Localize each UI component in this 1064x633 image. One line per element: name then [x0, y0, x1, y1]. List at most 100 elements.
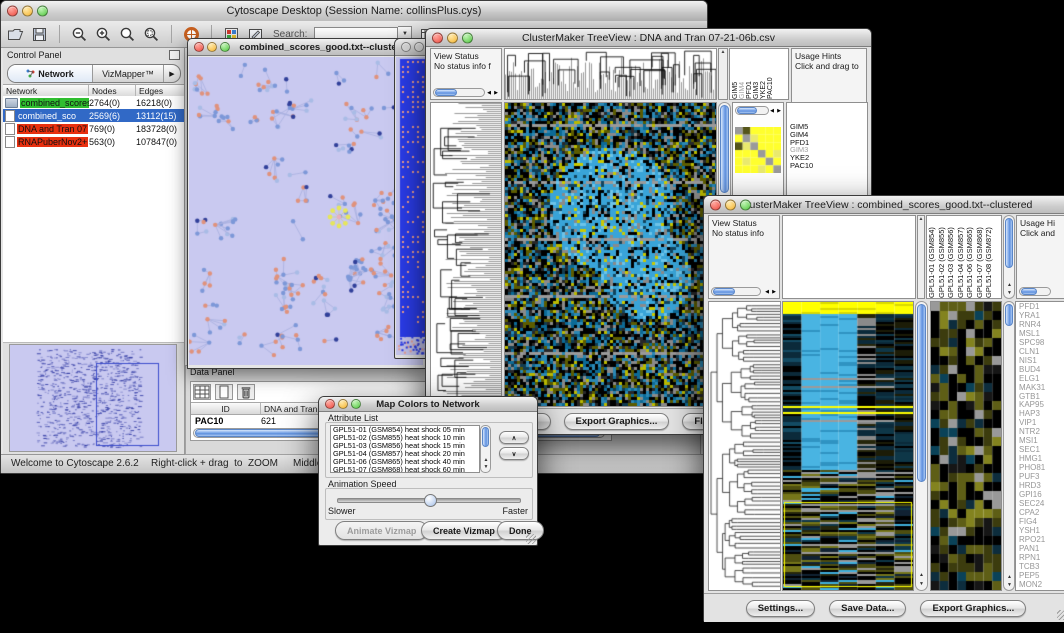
float-panel-icon[interactable] [169, 50, 180, 60]
gene-label[interactable]: YSH1 [1019, 527, 1064, 536]
tv1-column-dendrogram-pane[interactable] [504, 48, 717, 100]
minimize-button[interactable] [447, 32, 458, 43]
gene-label[interactable]: TCB3 [1019, 563, 1064, 572]
zoom-window-button[interactable] [220, 42, 230, 52]
tv2-vscroll[interactable]: ▲ ▼ [915, 301, 928, 591]
tv1-heatmap-pane[interactable] [504, 102, 717, 407]
gene-label[interactable]: PAN1 [1019, 545, 1064, 554]
save-session-icon[interactable] [31, 26, 48, 43]
tv1-status-hscroll[interactable] [433, 88, 485, 97]
gene-label[interactable]: HMG1 [1019, 455, 1064, 464]
gene-label[interactable]: PFD1 [1019, 303, 1064, 312]
tab-overflow-arrow[interactable]: ▶ [164, 65, 180, 82]
cluster-matrix-canvas[interactable] [735, 127, 781, 173]
gene-label[interactable]: PHO81 [1019, 464, 1064, 473]
gene-label[interactable]: SPC98 [1019, 339, 1064, 348]
scroll-thumb[interactable] [720, 105, 729, 193]
close-button[interactable] [710, 199, 721, 210]
new-page-icon[interactable] [215, 384, 233, 400]
zoom-out-icon[interactable] [71, 26, 88, 43]
move-up-button[interactable]: ∧ [499, 431, 529, 444]
scroll-up-arrow[interactable]: ▲ [1007, 575, 1012, 580]
scroll-thumb[interactable] [713, 288, 735, 295]
scroll-thumb[interactable] [482, 427, 489, 447]
scroll-thumb[interactable] [737, 107, 757, 114]
column-label[interactable]: PAC10 [767, 49, 774, 99]
close-button[interactable] [194, 42, 204, 52]
network-row[interactable]: combined_sco 2569(6) 13112(15) [3, 109, 184, 122]
move-down-button[interactable]: ∨ [499, 447, 529, 460]
zoom-window-button[interactable] [351, 399, 361, 409]
column-label[interactable]: GPL51-02 (GSM855) [938, 216, 948, 298]
up-arrow-icon[interactable]: ▲ [918, 216, 924, 222]
tv2-status-hscroll[interactable] [711, 287, 761, 296]
animate-vizmap-button[interactable]: Animate Vizmap [335, 521, 428, 540]
scroll-right-arrow[interactable]: ▶ [494, 90, 498, 96]
scroll-thumb[interactable] [435, 89, 457, 96]
tv2-column-dendrogram-pane[interactable] [782, 215, 916, 299]
gene-label[interactable]: ELG1 [1019, 375, 1064, 384]
gene-label[interactable]: PAC10 [790, 162, 867, 170]
gene-label[interactable]: GPI16 [1019, 491, 1064, 500]
open-session-icon[interactable] [7, 26, 24, 43]
zoom-fit-icon[interactable] [119, 26, 136, 43]
scroll-down-arrow[interactable]: ▼ [919, 582, 924, 587]
column-label[interactable]: GIM5 [732, 49, 739, 99]
scroll-left-arrow[interactable]: ◀ [770, 108, 774, 114]
gene-label[interactable]: HRD3 [1019, 482, 1064, 491]
close-button[interactable] [432, 32, 443, 43]
scroll-up-arrow[interactable]: ▲ [484, 458, 489, 463]
network-row[interactable]: RNAPuberNov2+ 563(0) 107847(0) [3, 135, 184, 148]
gene-label[interactable]: NTR2 [1019, 428, 1064, 437]
heatmap-canvas[interactable] [783, 302, 913, 590]
network-overview-canvas[interactable] [9, 344, 177, 452]
main-titlebar[interactable]: Cytoscape Desktop (Session Name: collins… [1, 1, 707, 22]
tv2-row-dendrogram-pane[interactable] [708, 301, 781, 591]
resize-grip[interactable] [1057, 610, 1064, 620]
gene-label[interactable]: NIS1 [1019, 357, 1064, 366]
column-label[interactable]: GPL51-04 (GSM857) [957, 216, 967, 298]
tab-vizmapper[interactable]: VizMapper™ [93, 65, 164, 82]
zoom-selected-icon[interactable] [143, 26, 160, 43]
treeview-button[interactable]: Export Graphics... [920, 600, 1026, 617]
minimize-button[interactable] [207, 42, 217, 52]
treeview-button[interactable]: Settings... [746, 600, 815, 617]
create-vizmap-button[interactable]: Create Vizmap [421, 521, 507, 540]
gene-label[interactable]: BUD4 [1019, 366, 1064, 375]
treeview-button[interactable]: Save Data... [829, 600, 906, 617]
zoom-in-icon[interactable] [95, 26, 112, 43]
gene-label[interactable]: HAP3 [1019, 410, 1064, 419]
attribute-item[interactable]: GPL51-07 (GSM868) heat shock 60 min [333, 466, 479, 473]
gene-label[interactable]: PUF3 [1019, 473, 1064, 482]
column-label[interactable]: GPL51-01 (GSM854) [928, 216, 938, 298]
gene-label[interactable]: CLN1 [1019, 348, 1064, 357]
gene-label[interactable]: FIG4 [1019, 518, 1064, 527]
network-graph-canvas[interactable] [189, 57, 423, 365]
minimize-button[interactable] [22, 6, 33, 17]
scroll-thumb[interactable] [1021, 288, 1037, 295]
gene-label[interactable]: MAK31 [1019, 384, 1064, 393]
column-label[interactable]: GPL51-07 (GSM868) [976, 216, 986, 298]
treeview-button[interactable]: Export Graphics... [564, 413, 670, 430]
gene-label[interactable]: CPA2 [1019, 509, 1064, 518]
row-dendrogram-canvas[interactable] [431, 103, 501, 406]
tv1-summary-hscroll[interactable] [735, 106, 769, 115]
close-button[interactable] [7, 6, 18, 17]
scroll-left-arrow[interactable]: ◀ [765, 289, 769, 295]
scroll-up-arrow[interactable]: ▲ [1007, 283, 1012, 288]
zoom-window-button[interactable] [740, 199, 751, 210]
tv2-collabel-vscroll[interactable]: ▲ ▼ [1003, 215, 1015, 299]
scroll-down-arrow[interactable]: ▼ [1007, 583, 1012, 588]
done-button[interactable]: Done [497, 521, 544, 540]
gene-label[interactable]: GTB1 [1019, 393, 1064, 402]
column-label[interactable]: GPL51-03 (GSM856) [947, 216, 957, 298]
gene-label[interactable]: PEP5 [1019, 572, 1064, 581]
column-label[interactable]: GPL51-08 (GSM872) [985, 216, 995, 298]
attribute-listbox[interactable]: GPL51-01 (GSM854) heat shock 05 minGPL51… [330, 425, 480, 473]
attribute-list-vscroll[interactable]: ▲ ▼ [480, 425, 491, 473]
zoom-detail-canvas[interactable] [931, 302, 1001, 590]
zoom-window-button[interactable] [37, 6, 48, 17]
gene-label[interactable]: MON2 [1019, 581, 1064, 590]
table-grid-icon[interactable] [193, 384, 211, 400]
scroll-right-arrow[interactable]: ▶ [777, 108, 781, 114]
